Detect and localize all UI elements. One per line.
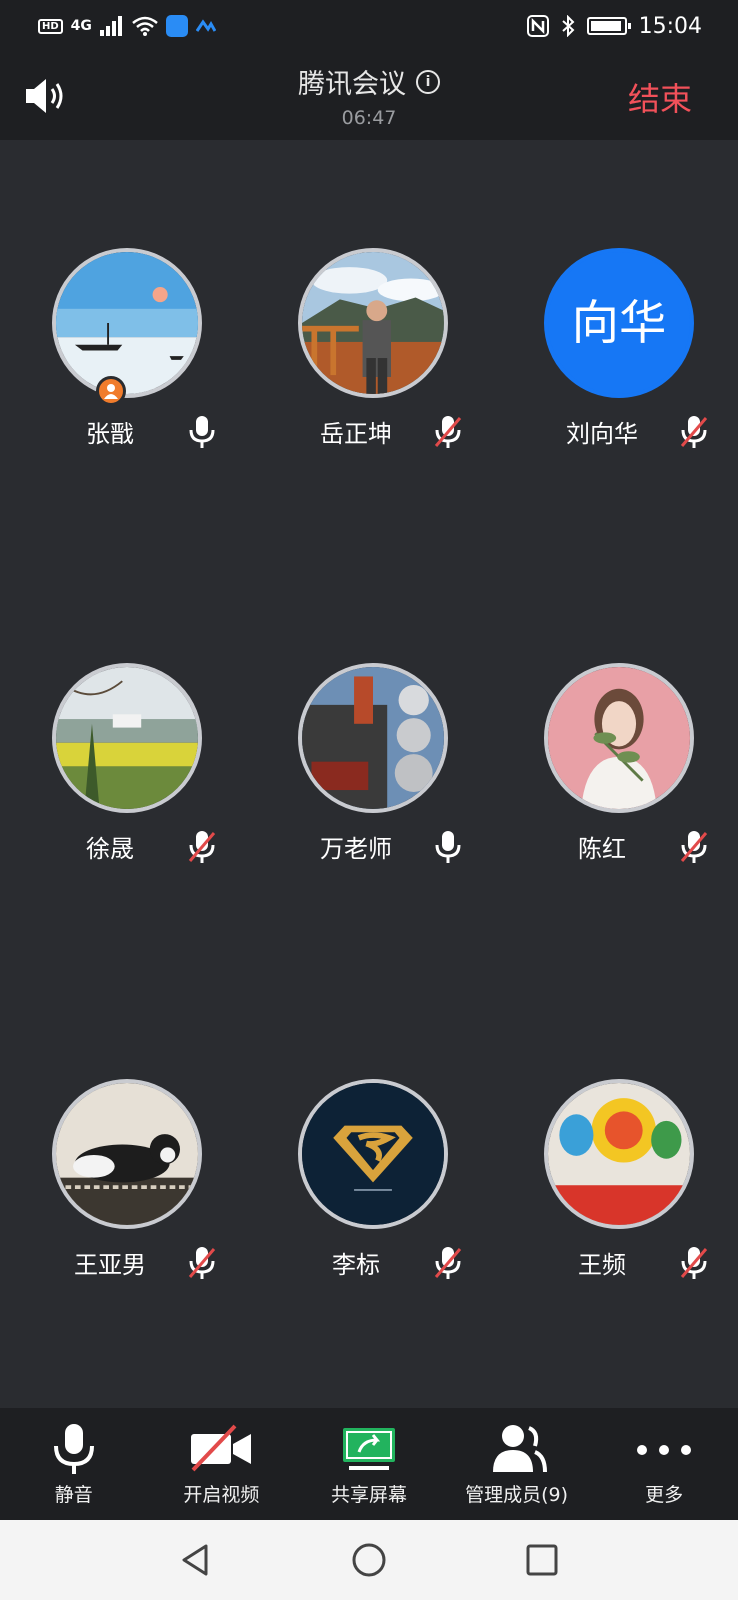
end-meeting-button[interactable]: 结束: [628, 74, 692, 120]
video-label: 开启视频: [183, 1484, 260, 1506]
meeting-title[interactable]: 腾讯会议 i: [298, 62, 440, 101]
text-avatar: 向华: [548, 252, 690, 394]
participant-tile[interactable]: 王亚男: [0, 1079, 246, 1339]
street-avatar: [302, 667, 444, 809]
participant-tile[interactable]: 万老师: [246, 663, 492, 923]
participant-name: 刘向华: [566, 420, 638, 448]
village-avatar: [56, 667, 198, 809]
mute-button[interactable]: 静音: [0, 1408, 148, 1520]
share-screen-icon: [342, 1428, 395, 1470]
participant-name: 陈红: [578, 835, 626, 863]
home-icon[interactable]: [349, 1540, 389, 1580]
mute-label: 静音: [54, 1484, 93, 1506]
more-button[interactable]: 更多: [590, 1408, 738, 1520]
name-row: 张戬: [23, 414, 223, 449]
participant-tile[interactable]: 王频: [492, 1079, 738, 1339]
participant-name: 张戬: [86, 420, 134, 448]
mic-muted-icon: [680, 415, 708, 448]
meeting-header: 腾讯会议 i 06:47 结束: [0, 52, 738, 140]
name-row: 万老师: [269, 829, 469, 864]
members-icon: [492, 1425, 547, 1473]
mic-muted-icon: [434, 1246, 462, 1279]
system-nav-bar: [0, 1520, 738, 1600]
network-type: 4G: [70, 18, 92, 34]
clock: 15:04: [638, 13, 702, 39]
cat-avatar: [56, 1083, 198, 1225]
members-label: 管理成员(9): [465, 1484, 569, 1506]
meeting-notification-icon: [195, 19, 216, 32]
participant-tile[interactable]: 张戬: [0, 248, 246, 508]
back-icon[interactable]: [176, 1540, 216, 1580]
meeting-toolbar: 静音 开启视频 共享屏幕 管理成员(9) 更多: [0, 1408, 738, 1520]
status-left: HD 4G: [38, 15, 216, 37]
name-row: 刘向华: [515, 414, 715, 449]
name-row: 岳正坤: [269, 414, 469, 449]
name-row: 徐晟: [23, 829, 223, 864]
mic-muted-icon: [188, 830, 216, 863]
mic-muted-icon: [680, 830, 708, 863]
recents-icon[interactable]: [522, 1540, 562, 1580]
more-label: 更多: [645, 1484, 684, 1506]
participant-name: 王亚男: [74, 1251, 146, 1279]
name-row: 王亚男: [23, 1245, 223, 1280]
host-badge: [96, 376, 126, 406]
host-icon: [104, 384, 118, 399]
share-label: 共享屏幕: [330, 1484, 407, 1506]
superman-logo-avatar: [302, 1083, 444, 1225]
avatar: [52, 1079, 202, 1229]
share-screen-button[interactable]: 共享屏幕: [295, 1408, 443, 1520]
man-mountain-avatar: [302, 252, 444, 394]
mic-muted-icon: [434, 415, 462, 448]
manage-members-button[interactable]: 管理成员(9): [443, 1408, 591, 1520]
nfc-icon: [526, 15, 549, 37]
avatar: [298, 1079, 448, 1229]
mic-muted-icon: [188, 1246, 216, 1279]
participant-tile[interactable]: 向华 刘向华: [492, 248, 738, 508]
meeting-title-text: 腾讯会议: [298, 69, 406, 100]
name-row: 李标: [269, 1245, 469, 1280]
avatar: [298, 663, 448, 813]
participant-grid: 张戬 岳正坤 向华 刘向华 徐晟 万老师 陈红 王亚男 李标 王频: [0, 140, 738, 1408]
signal-icon: [99, 16, 122, 36]
microphone-icon: [53, 1424, 94, 1474]
app-notification-icon: [165, 15, 188, 37]
participant-tile[interactable]: 陈红: [492, 663, 738, 923]
participant-name: 王频: [578, 1251, 626, 1279]
video-off-icon: [191, 1424, 252, 1472]
avatar: [298, 248, 448, 398]
info-icon[interactable]: i: [416, 69, 440, 94]
status-right: 15:04: [526, 13, 702, 39]
avatar: [52, 663, 202, 813]
avatar: 向华: [544, 248, 694, 398]
participant-name: 徐晟: [86, 835, 134, 863]
more-dots-icon: [637, 1445, 692, 1455]
mic-on-icon: [435, 830, 461, 863]
name-row: 王频: [515, 1245, 715, 1280]
sunset-boat-avatar: [56, 252, 198, 394]
participant-name: 李标: [332, 1251, 380, 1279]
participant-tile[interactable]: 岳正坤: [246, 248, 492, 508]
avatar: [544, 1079, 694, 1229]
participant-name: 岳正坤: [320, 420, 392, 448]
participant-tile[interactable]: 徐晟: [0, 663, 246, 923]
wuhan-flower-avatar: [548, 1083, 690, 1225]
start-video-button[interactable]: 开启视频: [148, 1408, 296, 1520]
woman-flower-avatar: [548, 667, 690, 809]
mic-on-icon: [189, 415, 215, 448]
participant-tile[interactable]: 李标: [246, 1079, 492, 1339]
bluetooth-icon: [561, 15, 575, 37]
hd-indicator: HD: [38, 18, 63, 34]
participant-name: 万老师: [320, 835, 392, 863]
name-row: 陈红: [515, 829, 715, 864]
status-bar: HD 4G 15:04: [0, 0, 738, 52]
wifi-icon: [132, 16, 158, 36]
mic-muted-icon: [680, 1246, 708, 1279]
avatar: [52, 248, 202, 398]
avatar-text: 向华: [572, 296, 667, 351]
battery-icon: [586, 17, 631, 35]
avatar: [544, 663, 694, 813]
